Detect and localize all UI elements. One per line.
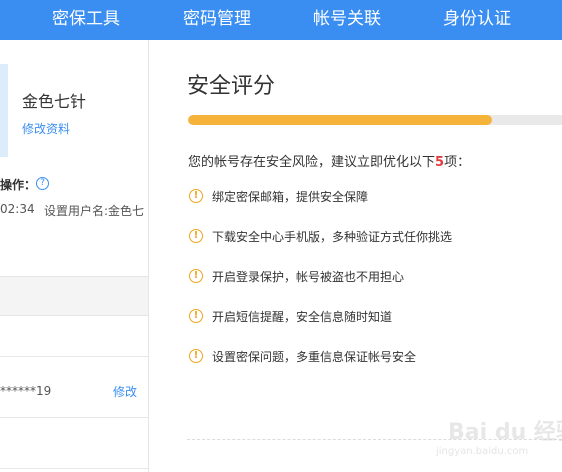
- row-divider: [0, 468, 148, 469]
- nav-item-security-tools[interactable]: 密保工具: [52, 0, 120, 40]
- security-score-panel: 安全评分 您的帐号存在安全风险，建议立即优化以下5项： ! 绑定密保邮箱，提供安…: [149, 40, 562, 472]
- watermark: Bai du 经验 jingyan.baidu.com: [426, 412, 562, 464]
- account-sidebar: 金色七针 修改资料 操作： ? 02:34 设置用户名:金色七 ******19…: [0, 40, 149, 472]
- page-title: 安全评分: [187, 74, 276, 99]
- masked-phone-number: ******19: [0, 384, 52, 398]
- watermark-brand: Bai du 经验: [448, 420, 562, 445]
- risk-count: 5: [435, 155, 445, 170]
- security-tip-text: 设置密保问题，多重信息保证帐号安全: [212, 350, 417, 364]
- risk-summary-prefix: 您的帐号存在安全风险，建议立即优化以下: [188, 155, 436, 170]
- edit-phone-link[interactable]: 修改: [113, 383, 137, 400]
- exclamation-circle-icon: !: [189, 189, 203, 203]
- exclamation-circle-icon: !: [189, 229, 203, 243]
- section-header-band: [0, 276, 148, 316]
- exclamation-circle-icon: !: [189, 349, 203, 363]
- security-tip-text: 开启登录保护，帐号被盗也不用担心: [212, 270, 405, 284]
- exclamation-circle-icon: !: [189, 309, 203, 323]
- risk-summary: 您的帐号存在安全风险，建议立即优化以下5项：: [188, 151, 470, 170]
- nav-item-account-linking[interactable]: 帐号关联: [313, 0, 381, 40]
- security-score-fill: [188, 115, 492, 125]
- nav-item-identity-verification[interactable]: 身份认证: [443, 0, 511, 40]
- security-tip-text: 下载安全中心手机版，多种验证方式任你挑选: [212, 230, 453, 244]
- row-divider: [0, 356, 148, 357]
- avatar: [0, 64, 8, 157]
- username: 金色七针: [22, 92, 87, 111]
- security-tip-text: 绑定密保邮箱，提供安全保障: [212, 190, 369, 204]
- recent-operation-text: 设置用户名:金色七: [44, 204, 145, 218]
- exclamation-circle-icon: !: [189, 269, 203, 283]
- row-divider: [0, 417, 148, 418]
- recent-operation-time: 02:34: [0, 202, 35, 216]
- watermark-url: jingyan.baidu.com: [436, 446, 529, 457]
- page: 密保工具 密码管理 帐号关联 身份认证 金色七针 修改资料 操作： ? 02:3…: [0, 0, 562, 472]
- risk-summary-suffix: 项：: [444, 155, 471, 170]
- top-nav: 密保工具 密码管理 帐号关联 身份认证: [0, 0, 562, 40]
- help-circle-icon[interactable]: ?: [36, 177, 49, 190]
- recent-operation-label: 操作：: [0, 178, 37, 192]
- edit-profile-link[interactable]: 修改资料: [22, 120, 70, 137]
- nav-item-password-management[interactable]: 密码管理: [183, 0, 251, 40]
- security-tip-text: 开启短信提醒，安全信息随时知道: [212, 310, 393, 324]
- security-score-bar: [188, 115, 562, 125]
